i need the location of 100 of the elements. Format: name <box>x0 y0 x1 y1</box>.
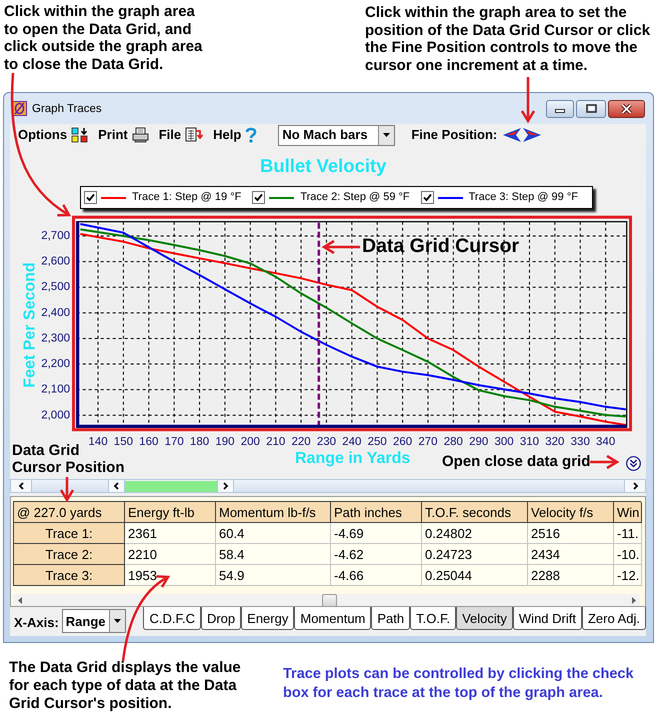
axis-tick-label: 2,100 <box>41 384 70 396</box>
column-header: Energy ft-lb <box>125 502 216 523</box>
sheet-tab[interactable]: Momentum <box>294 607 372 630</box>
table-cell: 2516 <box>528 523 614 544</box>
axis-tick-label: 2,200 <box>41 358 70 370</box>
table-cell: -4.69 <box>331 523 422 544</box>
annotation-arrow <box>322 240 360 254</box>
column-header: Velocity f/s <box>528 502 614 523</box>
sheet-tab[interactable]: C.D.F.C <box>143 607 201 630</box>
left-arrow-icon <box>503 128 522 142</box>
printer-icon <box>132 127 149 143</box>
legend-label: Trace 1: Step @ 19 °F <box>132 191 242 204</box>
axis-tick-label: 2,400 <box>41 306 70 319</box>
sheet-tab[interactable]: Path <box>371 607 410 630</box>
table-cell: 2361 <box>125 523 216 544</box>
axis-tick-label: 280 <box>444 436 463 448</box>
table-cell: -4.62 <box>331 544 422 565</box>
maximize-button[interactable] <box>576 100 606 118</box>
annotation-text: Trace plots can be controlled by clicking the check box for each trace at the top of the graph area. <box>283 665 635 702</box>
double-chevron-icon[interactable] <box>626 456 641 471</box>
annotation-text: Click within the graph area to open the Data Grid, and click outside the graph area to close the Data Grid. <box>4 3 204 74</box>
axis-tick-label: 290 <box>469 436 488 448</box>
range-scrollbar[interactable] <box>10 479 646 493</box>
legend-checkbox[interactable] <box>252 191 266 204</box>
right-arrow-icon <box>523 128 542 142</box>
row-header: Trace 1: <box>14 523 125 544</box>
column-header: @ 227.0 yards <box>14 502 125 523</box>
annotation-text: Click within the graph area to set the position of the Data Grid Cursor or click the Fine Position controls to move the cursor one increment at a time. <box>365 4 652 74</box>
column-header: T.O.F. seconds <box>422 502 528 523</box>
row-header: Trace 3: <box>14 565 125 586</box>
mach-bars-dropdown[interactable]: No Mach bars <box>278 124 396 146</box>
dropdown-arrow-icon <box>383 133 390 137</box>
document-arrow-icon <box>185 127 204 143</box>
axis-tick-label: 310 <box>520 436 540 448</box>
axis-tick-label: 210 <box>266 436 286 448</box>
axis-tick-label: 2,500 <box>41 281 70 294</box>
axis-tick-label: 200 <box>240 436 260 448</box>
table-cell: 0.25044 <box>422 565 528 586</box>
maximize-icon <box>586 104 596 113</box>
axis-tick-label: 2,000 <box>41 409 70 422</box>
axis-tick-label: 150 <box>114 436 133 448</box>
scroll-right-icon <box>632 597 636 604</box>
sheet-tab[interactable]: Velocity <box>456 607 513 630</box>
fine-position-label: Fine Position: <box>411 127 498 143</box>
axis-tick-label: 320 <box>545 436 564 448</box>
menu-button[interactable]: File <box>158 127 204 143</box>
legend-checkbox[interactable] <box>420 191 434 204</box>
column-header: Win <box>614 502 642 523</box>
squares-arrow-icon <box>71 127 88 143</box>
axis-tick-label: 2,600 <box>41 256 70 268</box>
sheet-tab[interactable]: Drop <box>200 607 242 630</box>
menu-button[interactable]: Options <box>18 127 88 143</box>
chevron-left-icon <box>113 482 120 490</box>
axis-tick-label: 160 <box>139 436 158 448</box>
annotation-arrow <box>590 454 620 470</box>
sheet-tab[interactable]: Wind Drift <box>512 607 582 630</box>
app-icon <box>12 101 27 116</box>
x-axis-dropdown[interactable]: Range <box>62 609 126 633</box>
close-button[interactable] <box>608 100 645 118</box>
fine-right-button[interactable] <box>523 128 542 142</box>
scroll-right-button[interactable] <box>624 480 645 492</box>
table-cell: -10. <box>614 544 642 565</box>
fine-left-button[interactable] <box>503 128 522 142</box>
scroll-thumb[interactable] <box>322 594 337 606</box>
legend-checkbox[interactable] <box>84 191 97 204</box>
scroll-left-button[interactable] <box>11 480 32 492</box>
legend-label: Trace 2: Step @ 59 °F <box>300 191 410 204</box>
axis-tick-label: 230 <box>316 436 336 448</box>
range-end-handle[interactable] <box>217 480 234 492</box>
sheet-tab[interactable]: Energy <box>241 607 294 630</box>
table-cell: 2434 <box>528 544 614 565</box>
axis-tick-label: 220 <box>291 436 311 448</box>
annotation-text: Data Grid Cursor <box>362 235 520 257</box>
menu-button[interactable]: Print <box>98 127 149 143</box>
table-cell: 2210 <box>125 544 216 565</box>
axis-tick-label: 340 <box>596 436 616 448</box>
axis-tick-label: 240 <box>342 436 362 448</box>
axis-tick-label: 2,300 <box>41 332 70 344</box>
table-cell: 0.24802 <box>422 523 528 544</box>
minimize-button[interactable] <box>546 100 574 118</box>
column-header: Momentum lb-f/s <box>216 502 331 523</box>
axis-tick-label: 250 <box>368 436 387 448</box>
axis-tick-label: 300 <box>494 436 514 448</box>
annotation-text: The Data Grid displays the value for each type of data at the Data Grid Cursor's position. <box>9 659 242 713</box>
menu-button[interactable]: Help <box>213 127 258 143</box>
axis-tick-label: 270 <box>418 436 438 448</box>
table-cell: 0.24723 <box>422 544 528 565</box>
help-icon <box>245 127 258 143</box>
close-icon <box>621 104 632 114</box>
table-cell: 60.4 <box>216 523 331 544</box>
sheet-tab[interactable]: T.O.F. <box>410 607 456 630</box>
sheet-tab[interactable]: Zero Adj. <box>582 607 646 630</box>
axis-tick-label: 330 <box>570 436 590 448</box>
range-thumb[interactable] <box>125 480 217 492</box>
table-cell: -12. <box>614 565 642 586</box>
table-cell: 54.9 <box>216 565 331 586</box>
horizontal-scrollbar[interactable] <box>13 594 640 606</box>
chevron-right-icon <box>222 482 229 490</box>
axis-tick-label: 260 <box>393 436 412 448</box>
range-start-handle[interactable] <box>108 480 125 492</box>
